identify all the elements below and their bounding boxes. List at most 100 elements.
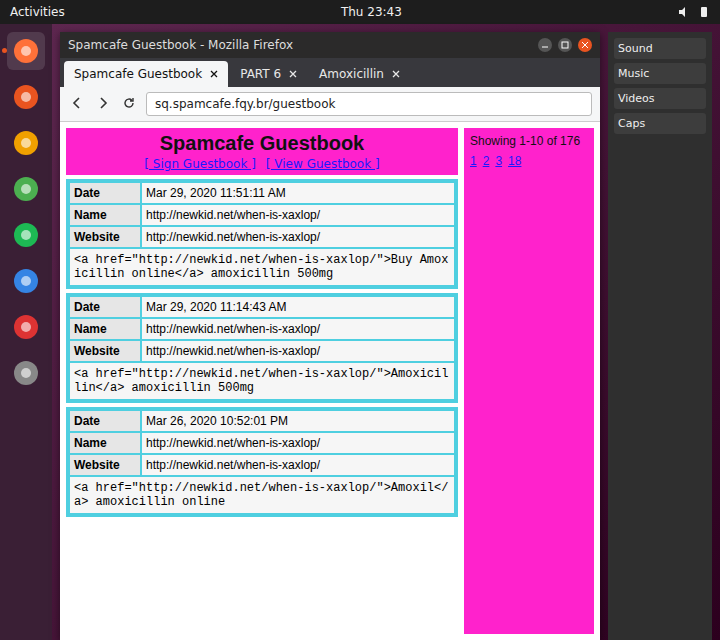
browser-window: Spamcafe Guestbook - Mozilla Firefox Spam… (60, 32, 600, 640)
header-link[interactable]: [ View Guestbook ] (266, 157, 380, 171)
window-list-item[interactable]: Sound (614, 38, 706, 59)
side-panel: Showing 1-10 of 176 123 18 (464, 128, 594, 634)
close-tab-icon[interactable] (392, 68, 400, 81)
tab-label[interactable]: Amoxicillin (319, 67, 384, 81)
showing-count: Showing 1-10 of 176 (470, 134, 588, 148)
window-list-item[interactable]: Music (614, 63, 706, 84)
page-link[interactable]: 1 (470, 154, 477, 168)
main-area: Spamcafe Guestbook - Mozilla Firefox Spam… (0, 24, 720, 640)
entry-website-row: Websitehttp://newkid.net/when-is-xaxlop/ (70, 455, 454, 475)
date-label: Date (70, 411, 140, 431)
window-title: Spamcafe Guestbook - Mozilla Firefox (68, 38, 293, 52)
entry-name-row: Namehttp://newkid.net/when-is-xaxlop/ (70, 433, 454, 453)
page-link[interactable]: 2 (483, 154, 490, 168)
nav-toolbar: sq.spamcafe.fqy.br/guestbook (60, 87, 600, 122)
guestbook-entry: DateMar 26, 2020 10:52:01 PMNamehttp://n… (66, 407, 458, 517)
maximize-icon[interactable] (558, 38, 572, 52)
app-icon[interactable] (12, 37, 40, 65)
website-value[interactable]: http://newkid.net/when-is-xaxlop/ (142, 341, 454, 361)
activities-button[interactable]: Activities (10, 5, 65, 19)
name-label: Name (70, 205, 140, 225)
date-value: Mar 26, 2020 10:52:01 PM (142, 411, 454, 431)
entry-message: <a href="http://newkid.net/when-is-xaxlo… (70, 249, 454, 285)
guestbook-header: Spamcafe Guestbook [ Sign Guestbook ] [ Vi… (66, 128, 458, 175)
page-link[interactable]: 18 (508, 154, 521, 168)
app-icon[interactable] (12, 267, 40, 295)
website-label: Website (70, 455, 140, 475)
date-value: Mar 29, 2020 11:51:11 AM (142, 183, 454, 203)
pagination: 123 18 (470, 154, 588, 168)
name-value: http://newkid.net/when-is-xaxlop/ (142, 319, 454, 339)
entry-name-row: Namehttp://newkid.net/when-is-xaxlop/ (70, 205, 454, 225)
dock (0, 24, 52, 640)
dock-item[interactable] (7, 32, 45, 70)
name-label: Name (70, 433, 140, 453)
browser-tab[interactable]: Spamcafe Guestbook (64, 61, 228, 87)
close-tab-icon[interactable] (289, 68, 297, 81)
tab-label[interactable]: Spamcafe Guestbook (74, 67, 202, 81)
page-title: Spamcafe Guestbook (70, 132, 454, 155)
address-bar[interactable]: sq.spamcafe.fqy.br/guestbook (146, 92, 592, 116)
system-tray[interactable] (678, 6, 710, 18)
entry-name-row: Namehttp://newkid.net/when-is-xaxlop/ (70, 319, 454, 339)
page-link[interactable]: 3 (495, 154, 502, 168)
app-icon[interactable] (12, 129, 40, 157)
back-icon[interactable] (68, 96, 86, 113)
entry-date-row: DateMar 29, 2020 11:14:43 AM (70, 297, 454, 317)
dock-item[interactable] (7, 354, 45, 392)
header-link[interactable]: [ Sign Guestbook ] (144, 157, 255, 171)
website-label: Website (70, 227, 140, 247)
window-buttons (538, 38, 592, 52)
dock-item[interactable] (7, 308, 45, 346)
volume-icon[interactable] (678, 6, 690, 18)
name-label: Name (70, 319, 140, 339)
close-icon[interactable] (578, 38, 592, 52)
browser-tab[interactable]: Amoxicillin (309, 61, 410, 87)
guestbook-entry: DateMar 29, 2020 11:14:43 AMNamehttp://n… (66, 293, 458, 403)
minimize-icon[interactable] (538, 38, 552, 52)
guestbook-entry: DateMar 29, 2020 11:51:11 AMNamehttp://n… (66, 179, 458, 289)
app-icon[interactable] (12, 313, 40, 341)
date-label: Date (70, 183, 140, 203)
running-indicator (2, 48, 7, 53)
top-bar: Activities Thu 23:43 (0, 0, 720, 24)
app-icon[interactable] (12, 221, 40, 249)
header-links: [ Sign Guestbook ] [ View Guestbook ] (70, 157, 454, 171)
battery-icon[interactable] (698, 6, 710, 18)
dock-item[interactable] (7, 262, 45, 300)
dock-item[interactable] (7, 170, 45, 208)
entry-message: <a href="http://newkid.net/when-is-xaxlo… (70, 477, 454, 513)
dock-item[interactable] (7, 216, 45, 254)
browser-tab[interactable]: PART 6 (230, 61, 307, 87)
guestbook-content: Spamcafe Guestbook [ Sign Guestbook ] [ Vi… (66, 128, 458, 634)
desktop: Spamcafe Guestbook - Mozilla Firefox Spam… (52, 24, 720, 640)
website-label: Website (70, 341, 140, 361)
app-icon[interactable] (12, 359, 40, 387)
date-value: Mar 29, 2020 11:14:43 AM (142, 297, 454, 317)
entry-website-row: Websitehttp://newkid.net/when-is-xaxlop/ (70, 341, 454, 361)
dock-item[interactable] (7, 78, 45, 116)
entry-date-row: DateMar 29, 2020 11:51:11 AM (70, 183, 454, 203)
website-value[interactable]: http://newkid.net/when-is-xaxlop/ (142, 227, 454, 247)
name-value: http://newkid.net/when-is-xaxlop/ (142, 433, 454, 453)
web-page: Spamcafe Guestbook [ Sign Guestbook ] [ Vi… (60, 122, 600, 640)
entry-date-row: DateMar 26, 2020 10:52:01 PM (70, 411, 454, 431)
tab-label[interactable]: PART 6 (240, 67, 281, 81)
reload-icon[interactable] (120, 96, 138, 113)
window-list-item[interactable]: Caps (614, 113, 706, 134)
forward-icon[interactable] (94, 96, 112, 113)
background-window: Sound Music Videos Caps (608, 32, 712, 640)
name-value: http://newkid.net/when-is-xaxlop/ (142, 205, 454, 225)
window-list-item[interactable]: Videos (614, 88, 706, 109)
website-value[interactable]: http://newkid.net/when-is-xaxlop/ (142, 455, 454, 475)
title-bar: Spamcafe Guestbook - Mozilla Firefox (60, 32, 600, 58)
tab-strip: Spamcafe Guestbook PART 6 Amoxicillin (60, 58, 600, 87)
clock[interactable]: Thu 23:43 (341, 5, 402, 19)
date-label: Date (70, 297, 140, 317)
dock-item[interactable] (7, 124, 45, 162)
close-tab-icon[interactable] (210, 68, 218, 81)
app-icon[interactable] (12, 175, 40, 203)
entry-website-row: Websitehttp://newkid.net/when-is-xaxlop/ (70, 227, 454, 247)
entry-message: <a href="http://newkid.net/when-is-xaxlo… (70, 363, 454, 399)
app-icon[interactable] (12, 83, 40, 111)
